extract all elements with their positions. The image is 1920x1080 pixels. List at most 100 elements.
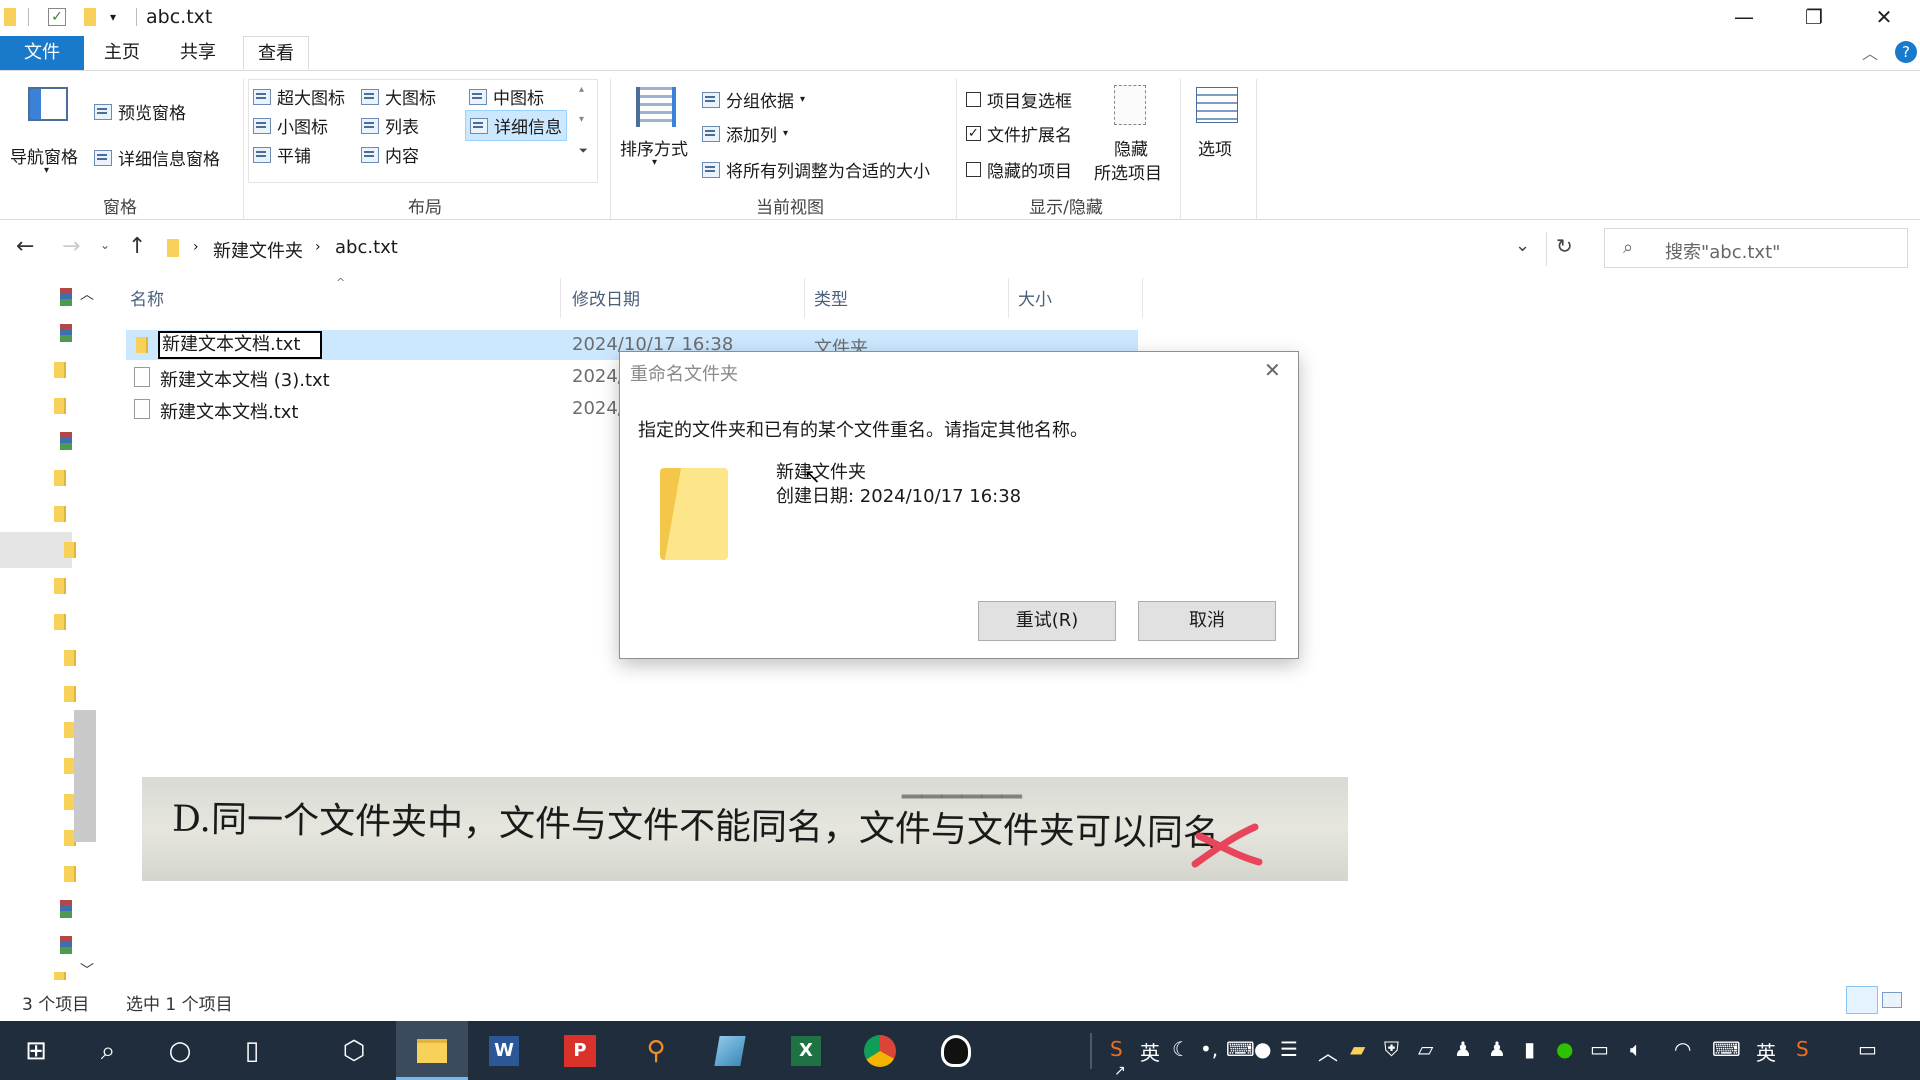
library-icon[interactable] [60, 432, 72, 450]
column-header-name[interactable]: 名称 [130, 285, 164, 310]
new-folder-icon[interactable] [84, 8, 96, 26]
up-arrow-icon[interactable]: ↑ [128, 234, 146, 259]
folder-icon[interactable] [54, 506, 66, 522]
fit-columns-button[interactable]: 将所有列调整为合适的大小 [702, 157, 930, 182]
folder-tray-icon[interactable]: ▰ [1350, 1037, 1365, 1061]
search-icon[interactable]: ⌕ [86, 1029, 130, 1073]
chrome-icon[interactable] [858, 1029, 902, 1073]
folder-icon[interactable] [64, 686, 76, 702]
column-divider[interactable] [804, 278, 805, 318]
customize-qa-dropdown-icon[interactable]: ▾ [110, 10, 116, 24]
task-view-icon[interactable]: ▯ [230, 1029, 274, 1073]
layout-extra-large-icons[interactable]: 超大图标 [253, 84, 345, 109]
collapse-ribbon-icon[interactable]: ︿ [1862, 40, 1878, 64]
folder-icon[interactable] [54, 614, 66, 630]
file-extensions-toggle[interactable]: ✓ 文件扩展名 [966, 121, 1072, 146]
dialog-close-icon[interactable]: ✕ [1264, 358, 1281, 382]
pdf-reader-icon[interactable]: P [558, 1029, 602, 1073]
qq-tray-icon[interactable]: ♟ [1454, 1037, 1472, 1061]
column-header-size[interactable]: 大小 [1018, 285, 1052, 310]
options-button[interactable]: 选项 [1186, 85, 1246, 175]
menu-icon[interactable]: ☰ [1280, 1037, 1298, 1061]
search-box[interactable]: ⌕ 搜索"abc.txt" [1604, 228, 1908, 268]
feedback-icon[interactable]: ▱ [1418, 1037, 1433, 1061]
input-language-indicator[interactable]: 英 [1756, 1037, 1776, 1066]
folder-icon[interactable] [64, 542, 76, 558]
show-hidden-icons-chevron-icon[interactable]: ︿ [1318, 1037, 1338, 1066]
library-icon[interactable] [60, 288, 72, 306]
file-explorer-icon[interactable] [410, 1029, 454, 1073]
layout-content[interactable]: 内容 [361, 142, 419, 167]
breadcrumb-current[interactable]: abc.txt [335, 237, 398, 258]
scroll-up-icon[interactable]: ︿ [80, 284, 94, 304]
cancel-button[interactable]: 取消 [1138, 601, 1276, 641]
details-pane-button[interactable]: 详细信息窗格 [94, 145, 220, 170]
retry-button[interactable]: 重试(R) [978, 601, 1116, 641]
gallery-scroll-down-icon[interactable]: ▾ [579, 114, 584, 125]
layout-details[interactable]: 详细信息 [465, 110, 567, 141]
qq-tray-icon-2[interactable]: ♟ [1488, 1037, 1506, 1061]
details-view-toggle-icon[interactable] [1846, 986, 1878, 1014]
excel-icon[interactable]: X [784, 1029, 828, 1073]
breadcrumb-folder[interactable]: 新建文件夹 [213, 237, 303, 263]
rename-input[interactable]: 新建文本文档.txt [158, 331, 322, 359]
layout-tiles[interactable]: 平铺 [253, 142, 311, 167]
folder-icon[interactable] [64, 650, 76, 666]
minimize-button[interactable]: — [1710, 0, 1778, 34]
folder-icon[interactable] [64, 866, 76, 882]
search-tool-icon[interactable]: ⚲ [634, 1029, 678, 1073]
group-by-button[interactable]: 分组依据 ▾ [702, 87, 805, 112]
large-icons-view-toggle-icon[interactable] [1882, 992, 1902, 1008]
tab-view[interactable]: 查看 [243, 36, 309, 70]
add-column-button[interactable]: 添加列 ▾ [702, 121, 788, 146]
layout-small-icons[interactable]: 小图标 [253, 113, 328, 138]
back-arrow-icon[interactable]: ← [16, 234, 34, 259]
windows-start-icon[interactable]: ⊞ [14, 1029, 58, 1073]
tab-file[interactable]: 文件 [0, 36, 84, 70]
forward-arrow-icon[interactable]: → [62, 234, 80, 259]
punctuation-icon[interactable]: •, [1200, 1037, 1218, 1061]
nav-scrollbar-thumb[interactable] [74, 710, 96, 842]
column-divider[interactable] [1142, 278, 1143, 318]
cortana-icon[interactable]: ○ [158, 1029, 202, 1073]
keyboard-icon[interactable]: ⌨ [1226, 1037, 1255, 1061]
wifi-icon[interactable]: ◠ [1674, 1037, 1691, 1061]
tab-home[interactable]: 主页 [92, 36, 152, 70]
preview-pane-button[interactable]: 预览窗格 [94, 99, 186, 124]
folder-icon[interactable] [54, 470, 66, 486]
layout-large-icons[interactable]: 大图标 [361, 84, 436, 109]
folder-icon[interactable] [54, 972, 66, 980]
search-input[interactable]: 搜索"abc.txt" [1665, 238, 1780, 264]
volume-icon[interactable]: 🔈︎ [1630, 1037, 1642, 1061]
library-icon[interactable] [60, 324, 72, 342]
word-icon[interactable]: W [482, 1029, 526, 1073]
item-checkboxes-toggle[interactable]: 项目复选框 [966, 87, 1072, 112]
layout-list[interactable]: 列表 [361, 113, 419, 138]
notification-center-icon[interactable]: ▭ [1858, 1037, 1877, 1061]
refresh-icon[interactable]: ↻ [1556, 234, 1573, 258]
expand-icon[interactable]: ↗ [1114, 1063, 1126, 1079]
address-history-chevron-icon[interactable]: ⌄ [1515, 235, 1530, 256]
restore-button[interactable]: ❐ [1780, 0, 1848, 34]
3d-viewer-icon[interactable]: ⬡ [332, 1029, 376, 1073]
touch-keyboard-icon[interactable]: ⌨ [1712, 1037, 1741, 1061]
column-divider[interactable] [1008, 278, 1009, 318]
gallery-scroll-up-icon[interactable]: ▴ [579, 84, 584, 95]
hide-selected-button[interactable]: 隐藏 所选项目 [1092, 85, 1172, 185]
column-divider[interactable] [560, 278, 561, 318]
properties-icon[interactable]: ✓ [48, 8, 66, 26]
sogou-ime-icon[interactable]: S [1796, 1037, 1809, 1061]
moon-icon[interactable]: ☾ [1172, 1037, 1190, 1061]
notebook-app-icon[interactable] [708, 1029, 752, 1073]
nav-pane-button[interactable]: 导航窗格 ▾ [10, 85, 86, 180]
folder-icon[interactable] [54, 578, 66, 594]
nav-item-highlight[interactable] [0, 532, 72, 568]
ime-logo-icon[interactable]: S [1110, 1037, 1123, 1061]
scroll-down-icon[interactable]: ﹀ [80, 960, 94, 980]
security-shield-icon[interactable]: ⛨ [1384, 1037, 1399, 1061]
qq-icon[interactable] [934, 1029, 978, 1073]
tab-share[interactable]: 共享 [168, 36, 228, 70]
close-button[interactable]: ✕ [1850, 0, 1918, 34]
microphone-icon[interactable]: ▮ [1524, 1037, 1535, 1061]
library-icon[interactable] [60, 936, 72, 954]
